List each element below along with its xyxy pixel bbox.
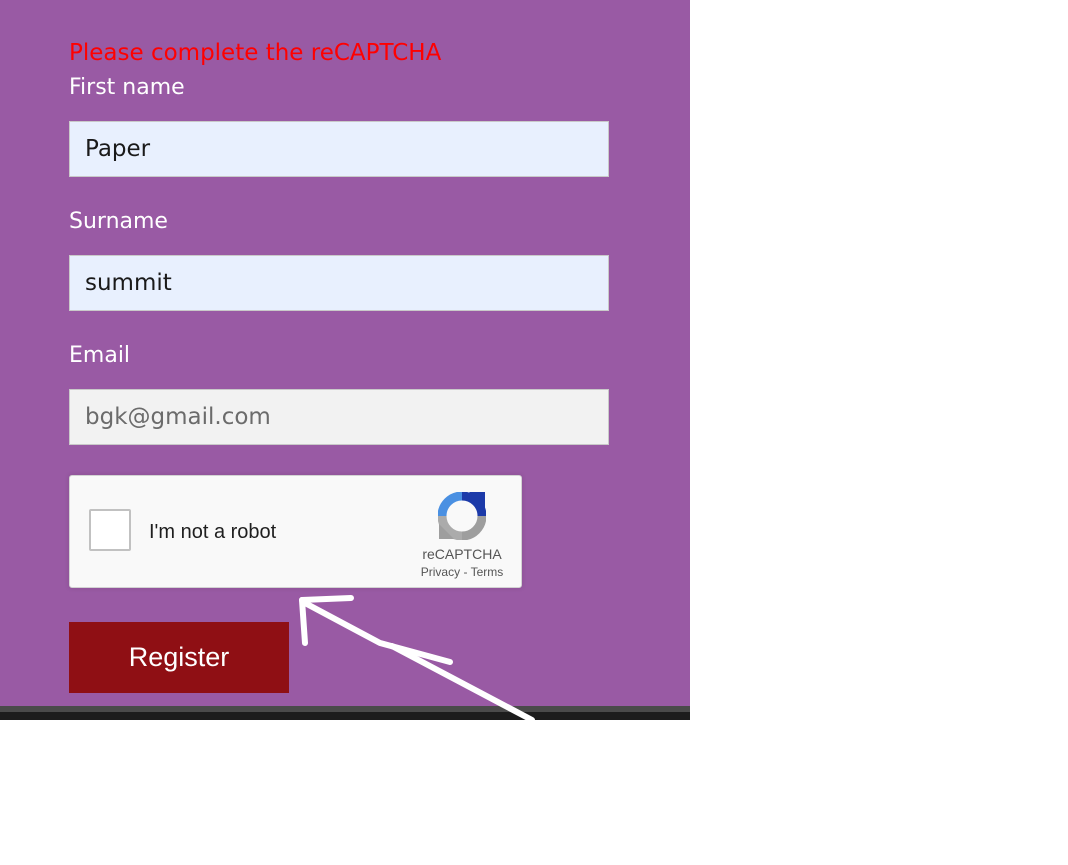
recaptcha-logo-icon	[438, 492, 486, 540]
email-input[interactable]	[70, 390, 608, 444]
registration-panel: Please complete the reCAPTCHA First name…	[0, 0, 690, 706]
recaptcha-error-message: Please complete the reCAPTCHA	[69, 40, 442, 66]
surname-label: Surname	[69, 209, 168, 234]
links-separator: -	[463, 565, 468, 579]
terms-link[interactable]: Terms	[471, 565, 504, 579]
recaptcha-checkbox[interactable]	[89, 509, 131, 551]
recaptcha-brand: reCAPTCHA	[422, 546, 502, 562]
footer-bar	[0, 712, 690, 720]
first-name-input[interactable]	[70, 122, 608, 176]
recaptcha-links: Privacy - Terms	[410, 565, 514, 579]
first-name-field-wrapper	[69, 121, 609, 177]
register-button[interactable]: Register	[69, 622, 289, 693]
recaptcha-checkbox-label: I'm not a robot	[149, 521, 277, 543]
recaptcha-widget: I'm not a robot reCAPTCHA Privacy - Term…	[69, 475, 522, 588]
surname-input[interactable]	[70, 256, 608, 310]
first-name-label: First name	[69, 75, 185, 100]
surname-field-wrapper	[69, 255, 609, 311]
email-label: Email	[69, 343, 131, 368]
privacy-link[interactable]: Privacy	[421, 565, 460, 579]
email-field-wrapper	[69, 389, 609, 445]
